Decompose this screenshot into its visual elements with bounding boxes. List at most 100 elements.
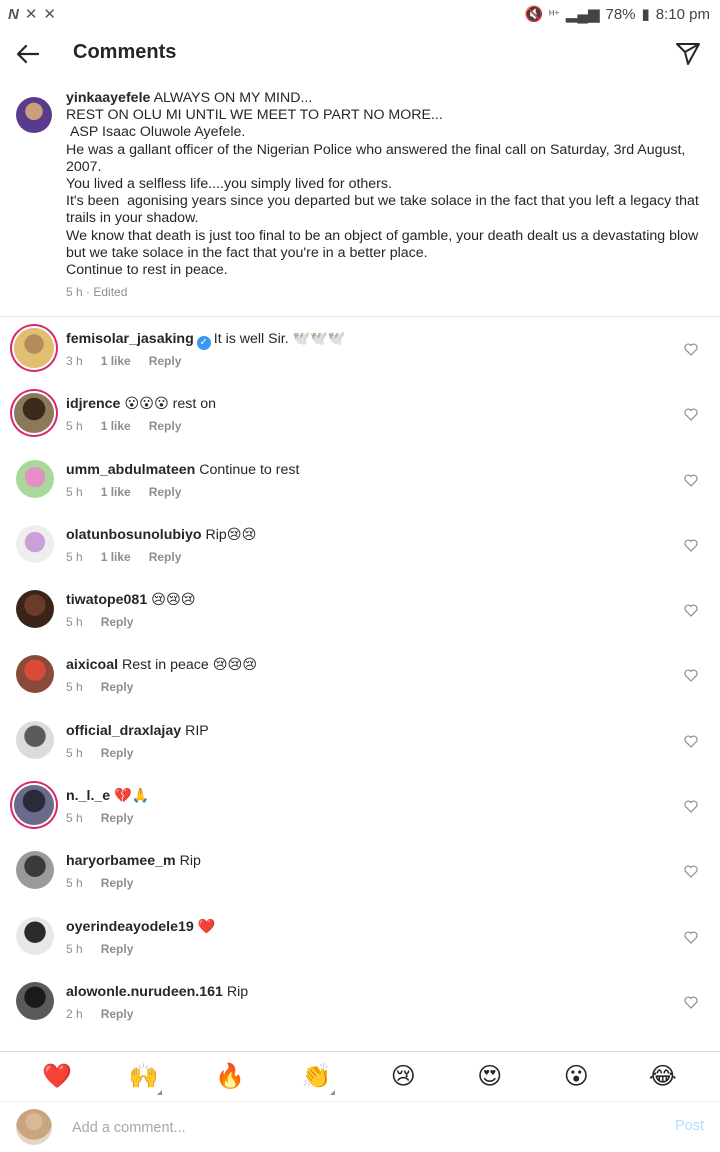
heart-icon[interactable] <box>684 800 698 813</box>
comment-text: idjrence 😮😮😮 rest on <box>66 396 216 412</box>
back-arrow-icon[interactable] <box>14 40 42 68</box>
comment-text: aixicoal Rest in peace 😢😢😢 <box>66 657 257 673</box>
avatar[interactable] <box>16 981 54 1020</box>
heart-eyes-emoji-button[interactable]: 😍 <box>470 1062 510 1091</box>
reply-button[interactable]: Reply <box>149 485 182 499</box>
reply-button[interactable]: Reply <box>101 1007 134 1021</box>
comment-username[interactable]: femisolar_jasaking <box>66 331 194 347</box>
heart-icon[interactable] <box>684 539 698 552</box>
heart-icon[interactable] <box>684 996 698 1009</box>
comment-body: 😢😢😢 <box>151 592 196 609</box>
comment-username[interactable]: haryorbamee_m <box>66 853 176 869</box>
comment-time: 5 h <box>66 615 83 630</box>
laughing-emoji-button[interactable]: 😂 <box>643 1062 683 1091</box>
clap-emoji-button[interactable]: 👏 <box>297 1062 337 1095</box>
like-count[interactable]: 1 like <box>101 419 131 433</box>
caption-meta: 5 h · Edited <box>66 285 128 300</box>
comment-item: oyerindeayodele19 ❤️ 5 h Reply <box>0 911 720 976</box>
comment-meta: 5 h Reply <box>66 680 133 694</box>
comment-time: 5 h <box>66 876 83 891</box>
comment-meta: 5 h Reply <box>66 811 133 825</box>
like-count[interactable]: 1 like <box>101 485 131 499</box>
comment-meta: 5 h 1 like Reply <box>66 550 181 564</box>
comment-username[interactable]: alowonle.nurudeen.161 <box>66 984 223 1000</box>
heart-icon[interactable] <box>684 865 698 879</box>
like-count[interactable]: 1 like <box>101 550 131 564</box>
comment-username[interactable]: umm_abdulmateen <box>66 462 195 478</box>
reply-button[interactable]: Reply <box>101 746 134 760</box>
comment-item: aixicoal Rest in peace 😢😢😢 5 h Reply <box>0 649 720 714</box>
reply-button[interactable]: Reply <box>101 942 134 956</box>
comment-body: Rip <box>226 983 249 1000</box>
avatar[interactable] <box>16 851 54 890</box>
comment-time: 5 h <box>66 811 83 826</box>
signal-icon: ▂▄▆ <box>565 6 600 23</box>
heart-icon[interactable] <box>684 669 698 683</box>
page-title: Comments <box>73 41 177 63</box>
comment-item: femisolar_jasaking ✓ It is well Sir. 🕊️🕊️🕊… <box>0 323 720 388</box>
comment-text: oyerindeayodele19 ❤️ <box>66 919 215 935</box>
app-notification-icon: ✕ <box>43 6 56 23</box>
comment-composer: Post <box>0 1101 720 1152</box>
avatar[interactable] <box>14 328 54 368</box>
comment-text: tiwatope081 😢😢😢 <box>66 592 196 608</box>
avatar[interactable] <box>16 916 54 955</box>
comment-username[interactable]: idjrence <box>66 396 120 412</box>
comment-username[interactable]: oyerindeayodele19 <box>66 919 194 935</box>
reply-button[interactable]: Reply <box>101 876 134 890</box>
avatar[interactable] <box>16 590 54 629</box>
comment-body: Rip😢😢 <box>205 526 257 543</box>
raised-hands-emoji-button[interactable]: 🙌 <box>124 1062 164 1095</box>
comment-meta: 5 h Reply <box>66 615 133 629</box>
avatar[interactable] <box>16 524 54 563</box>
comment-meta: 2 h Reply <box>66 1007 133 1021</box>
comment-username[interactable]: tiwatope081 <box>66 592 147 608</box>
heart-icon[interactable] <box>684 343 698 356</box>
avatar[interactable] <box>16 459 54 498</box>
reply-button[interactable]: Reply <box>149 419 182 433</box>
system-status: 🔇 ᴴ⁺ ▂▄▆ 78% ▮ 8:10 pm <box>524 5 710 24</box>
comment-item: tiwatope081 😢😢😢 5 h Reply <box>0 584 720 649</box>
like-count[interactable]: 1 like <box>101 354 131 368</box>
avatar[interactable] <box>14 393 54 434</box>
comment-body: 💔🙏 <box>114 788 150 805</box>
heart-icon[interactable] <box>684 931 698 944</box>
comment-time: 5 h <box>66 484 83 499</box>
network-type-icon: ᴴ⁺ <box>549 8 560 21</box>
divider <box>0 316 720 317</box>
avatar[interactable] <box>14 785 54 826</box>
comment-text: alowonle.nurudeen.161 Rip <box>66 984 248 1000</box>
heart-icon[interactable] <box>684 735 698 748</box>
reply-button[interactable]: Reply <box>149 354 182 368</box>
direct-share-icon[interactable] <box>674 40 702 68</box>
app-notification-icon: N <box>8 5 19 23</box>
heart-icon[interactable] <box>684 408 698 422</box>
avatar[interactable] <box>16 655 54 694</box>
post-button[interactable]: Post <box>675 1118 704 1134</box>
clock: 8:10 pm <box>655 5 710 23</box>
reply-button[interactable]: Reply <box>101 811 134 825</box>
avatar[interactable] <box>16 720 54 759</box>
raised-hands-emoji: 🙌 <box>128 1063 159 1090</box>
fire-emoji-button[interactable]: 🔥 <box>210 1062 250 1091</box>
current-user-avatar <box>16 1109 52 1145</box>
heart-icon[interactable] <box>684 604 698 618</box>
app-notification-icon: ✕ <box>24 6 38 23</box>
surprised-emoji-button[interactable]: 😮 <box>556 1062 596 1091</box>
comment-username[interactable]: olatunbosunolubiyo <box>66 527 202 543</box>
mute-icon: 🔇 <box>524 6 544 23</box>
reply-button[interactable]: Reply <box>149 550 182 564</box>
comment-username[interactable]: aixicoal <box>66 657 118 673</box>
crying-emoji-button[interactable]: 😢 <box>383 1062 423 1091</box>
comment-list: femisolar_jasaking ✓ It is well Sir. 🕊️🕊️🕊… <box>0 323 720 1041</box>
heart-emoji-button[interactable]: ❤️ <box>37 1062 77 1091</box>
avatar[interactable] <box>16 97 52 133</box>
reply-button[interactable]: Reply <box>101 615 134 629</box>
comment-input[interactable] <box>72 1116 632 1140</box>
reply-button[interactable]: Reply <box>101 680 134 694</box>
heart-icon[interactable] <box>684 474 698 487</box>
status-bar: N ✕ ✕ 🔇 ᴴ⁺ ▂▄▆ 78% ▮ 8:10 pm <box>0 0 720 28</box>
caption-username[interactable]: yinkaayefele <box>66 90 150 106</box>
comment-username[interactable]: n._l._e <box>66 788 110 804</box>
comment-username[interactable]: official_draxlajay <box>66 723 181 739</box>
